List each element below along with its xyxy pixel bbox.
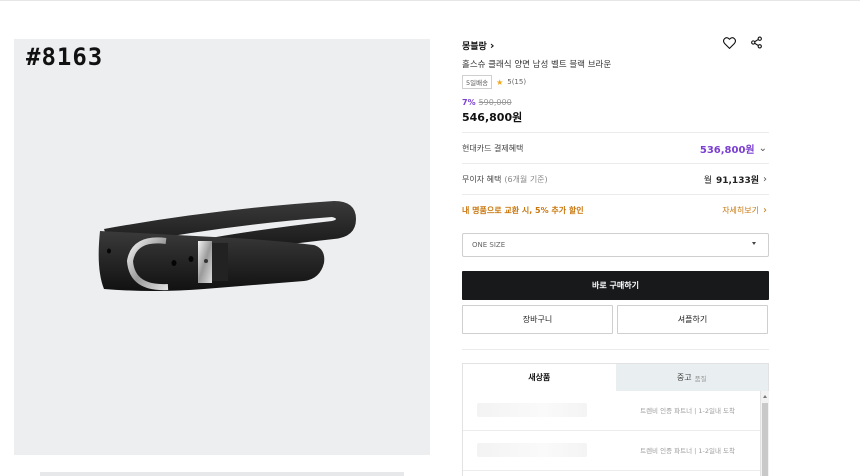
tab-new-label: 새상품: [528, 373, 551, 382]
showroom-button[interactable]: 셔플하기: [617, 305, 768, 334]
discount-rate: 7%: [462, 98, 476, 107]
brand-link[interactable]: 몽블랑 ›: [462, 39, 494, 52]
listing-thumbnail: [477, 403, 587, 417]
trade-in-row[interactable]: 내 명품으로 교환 시, 5% 추가 할인 자세히보기 ›: [462, 194, 769, 225]
heart-icon[interactable]: [723, 36, 736, 49]
card-benefit-price: 536,800원: [699, 144, 755, 156]
original-price: 590,000: [478, 98, 512, 107]
size-select[interactable]: ONE SIZE: [462, 233, 769, 257]
trade-in-link[interactable]: 자세히보기: [722, 205, 759, 216]
tab-used-sub: 품질: [694, 374, 707, 383]
benefit-rows: 현대카드 결제혜택 536,800원 ⌄ 무이자 혜택 (6개월 기준) 월 9…: [462, 132, 769, 225]
installment-sub: (6개월 기준): [504, 174, 548, 184]
trade-in-label: 내 명품으로 교환 시, 5% 추가 할인: [462, 205, 584, 215]
card-benefit-row[interactable]: 현대카드 결제혜택 536,800원 ⌄: [462, 132, 769, 163]
card-benefit-label: 현대카드 결제혜택: [462, 143, 524, 153]
tab-used[interactable]: 중고 품질: [615, 364, 768, 391]
seller-info: 트렌비 인증 파트너 | 1-2일내 도착: [640, 407, 735, 415]
image-watermark: #8163: [26, 43, 104, 71]
product-info: 몽블랑 › 홀스슈 클래식 양면 남성 벨트 블랙 브라운 5일배송 ★ 5(1…: [462, 36, 769, 125]
product-image[interactable]: #8163: [14, 39, 430, 455]
chevron-right-icon: ›: [763, 173, 767, 185]
listing-list: 트렌비 인증 파트너 | 1-2일내 도착 트렌비 인증 파트너 | 1-2일내…: [462, 391, 769, 476]
top-divider: [0, 0, 860, 1]
rating-count[interactable]: 5(15): [507, 78, 526, 86]
listing-thumbnail: [477, 443, 587, 457]
belt-photo: [98, 201, 356, 291]
thumbnail-strip[interactable]: [40, 472, 404, 476]
buy-now-button[interactable]: 바로 구매하기: [462, 271, 769, 300]
product-tags: 5일배송 ★ 5(15): [462, 75, 769, 89]
product-title: 홀스슈 클래식 양면 남성 벨트 블랙 브라운: [462, 60, 612, 70]
installment-label: 무이자 혜택: [462, 174, 502, 184]
scroll-up-icon[interactable]: [763, 395, 767, 398]
tab-used-label: 중고: [676, 373, 692, 382]
scrollbar-thumb[interactable]: [762, 403, 768, 476]
installment-row[interactable]: 무이자 혜택 (6개월 기준) 월 91,133원 ›: [462, 163, 769, 194]
condition-tabs: 새상품 중고 품질: [462, 363, 769, 391]
chevron-right-icon: ›: [489, 38, 495, 52]
tab-new[interactable]: 새상품: [463, 364, 616, 391]
installment-value: 91,133원: [715, 175, 759, 186]
brand-name: 몽블랑: [462, 41, 487, 52]
section-divider: [462, 349, 769, 350]
brand-row: 몽블랑 ›: [462, 36, 769, 54]
list-item[interactable]: 트렌비 인증 파트너 | 1-2일내 도착: [463, 431, 769, 471]
chevron-right-icon: ›: [763, 204, 767, 216]
share-icon[interactable]: [750, 36, 763, 49]
installment-prefix: 월: [703, 175, 712, 186]
caret-down-icon: [752, 242, 756, 245]
shipping-badge: 5일배송: [462, 75, 493, 89]
cart-button[interactable]: 장바구니: [462, 305, 613, 334]
seller-info: 트렌비 인증 파트너 | 1-2일내 도착: [640, 447, 735, 455]
price-row: 7% 590,000: [462, 98, 769, 107]
star-icon: ★: [496, 77, 504, 87]
sale-price: 546,800원: [462, 111, 523, 124]
list-item[interactable]: 트렌비 인증 파트너 | 1-2일내 도착: [463, 391, 769, 431]
size-select-value: ONE SIZE: [472, 241, 506, 249]
scrollbar[interactable]: [760, 391, 769, 476]
chevron-down-icon: ⌄: [758, 142, 767, 154]
